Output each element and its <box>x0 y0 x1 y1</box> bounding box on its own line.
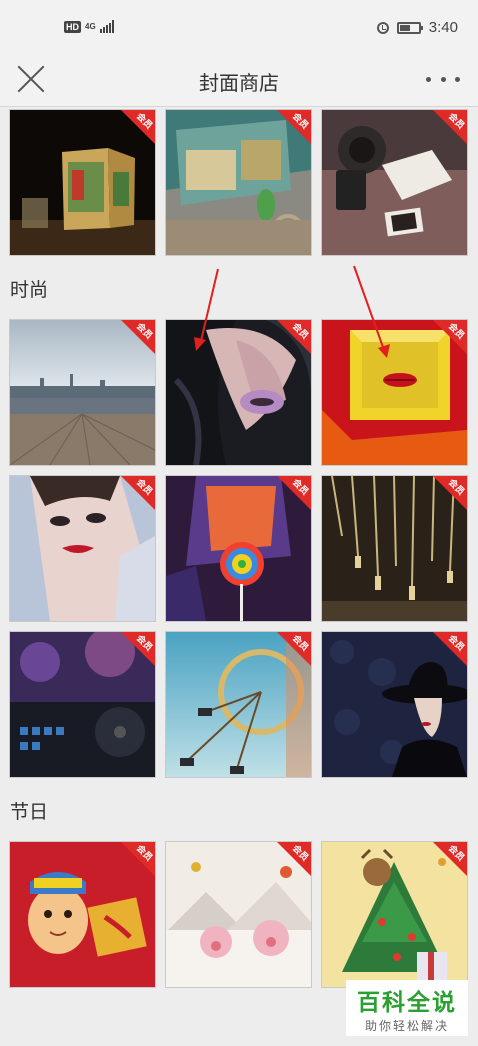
watermark-logo: 百科全说 助你轻松解决 <box>346 980 468 1036</box>
network-type: 4G <box>85 21 96 31</box>
cover-tile[interactable]: 会员 <box>322 632 467 777</box>
more-options-icon[interactable] <box>426 67 460 91</box>
cover-tile[interactable]: 会员 <box>166 632 311 777</box>
hd-indicator: HD <box>64 20 81 33</box>
section-title-fashion: 时尚 <box>10 280 49 301</box>
cover-tile[interactable]: 会员 <box>10 632 155 777</box>
cover-tile[interactable]: 会员 <box>322 476 467 621</box>
section-title-festival: 节日 <box>10 802 49 823</box>
page-title: 封面商店 <box>199 73 279 95</box>
cover-tile[interactable]: 会员 <box>10 842 155 987</box>
cover-tile[interactable]: 会员 <box>322 110 467 255</box>
cover-tile[interactable]: 会员 <box>166 110 311 255</box>
battery-icon <box>396 21 423 34</box>
status-bar: HD 4G 3:40 <box>0 0 478 52</box>
alarm-icon <box>376 21 389 34</box>
cover-tile[interactable]: 会员 <box>10 320 155 465</box>
clock-time: 3:40 <box>428 19 458 36</box>
cover-tile[interactable]: 会员 <box>166 320 311 465</box>
annotation-arrow <box>353 265 390 358</box>
cover-tile[interactable]: 会员 <box>166 842 311 987</box>
cover-tile[interactable]: 会员 <box>322 842 467 987</box>
title-bar: 封面商店 <box>0 52 478 107</box>
signal-icon <box>99 20 114 33</box>
cover-tile[interactable]: 会员 <box>10 110 155 255</box>
annotation-arrow <box>194 268 219 351</box>
cover-tile[interactable]: 会员 <box>10 476 155 621</box>
cover-tile[interactable]: 会员 <box>166 476 311 621</box>
cover-store-content: 会员 会员 会员 时尚 会员 会员 会员 会员 会员 会员 会员 会员 会员 节… <box>0 107 478 1046</box>
